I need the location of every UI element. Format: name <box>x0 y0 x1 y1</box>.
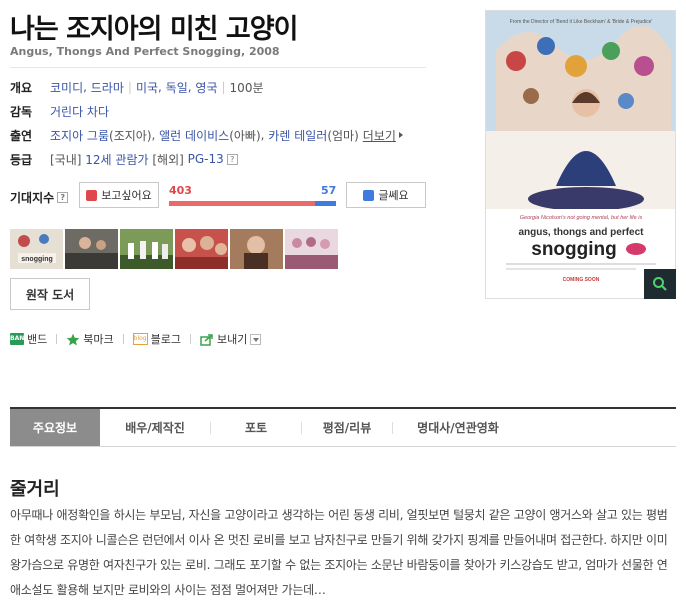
poster-tagline: Georgia Nicolson's not going mental, but… <box>520 215 643 221</box>
expectation-index: 기대지수 ? <box>10 189 69 206</box>
content-tabs: 주요정보 배우/제작진 포토 평점/리뷰 명대사/연관영화 <box>10 407 676 447</box>
share-send[interactable]: 보내기 <box>200 331 262 347</box>
share-bookmark-label: 북마크 <box>83 333 114 346</box>
share-send-icon <box>200 333 213 346</box>
share-band-label: 밴드 <box>27 333 48 346</box>
cast-role: (엄마) <box>327 128 359 143</box>
blog-icon: blog <box>132 333 148 345</box>
poster-title-line1: angus, thongs and perfect <box>518 227 644 238</box>
country-usa-link[interactable]: 미국 <box>136 79 158 96</box>
country-germany-link[interactable]: 독일 <box>166 79 188 96</box>
share-bookmark[interactable]: 북마크 <box>66 331 114 347</box>
still-thumbnail[interactable] <box>175 229 228 269</box>
share-bar: BAND 밴드 북마크 blog 블로그 보내기 <box>10 331 262 347</box>
poster-tagline-top: From the Director of 'Bend it Like Beckh… <box>510 19 653 25</box>
genre-drama-link[interactable]: 드라마 <box>91 79 124 96</box>
movie-poster[interactable]: From the Director of 'Bend it Like Beckh… <box>485 10 676 299</box>
still-thumbnail[interactable] <box>285 229 338 269</box>
tab-ratings-reviews[interactable]: 평점/리뷰 <box>302 409 392 446</box>
still-thumbnail[interactable] <box>120 229 173 269</box>
director-label: 감독 <box>10 104 33 119</box>
cast-label: 출연 <box>10 128 33 143</box>
band-icon: BAND <box>10 333 29 345</box>
expectation-bar-like-fill <box>169 201 316 206</box>
help-icon[interactable]: ? <box>57 192 69 203</box>
thumbs-up-icon <box>86 189 98 201</box>
rating-domestic-link[interactable]: 12세 관람가 <box>85 151 148 168</box>
cast-georgia-groome-link[interactable]: 조지아 그룸 <box>50 127 109 144</box>
expectation-label: 기대지수 <box>10 191 55 205</box>
overview-label: 개요 <box>10 80 33 95</box>
synopsis-text: 아무때나 애정확인을 하시는 부모님, 자신을 고양이라고 생각하는 어린 동생… <box>10 508 668 597</box>
rating-overseas-link[interactable]: PG-13 <box>188 152 224 166</box>
poster-coming-soon: COMING SOON <box>563 277 600 283</box>
not-sure-button[interactable]: 글쎄요 <box>346 182 426 208</box>
runtime: 100분 <box>229 80 264 95</box>
share-band[interactable]: BAND 밴드 <box>10 331 47 347</box>
cast-role: (조지아) <box>109 128 152 143</box>
poster-zoom-button[interactable] <box>644 269 676 299</box>
rating-label: 등급 <box>10 152 33 167</box>
not-sure-label: 글쎄요 <box>378 189 409 202</box>
share-blog[interactable]: blog 블로그 <box>132 331 181 347</box>
tab-photos[interactable]: 포토 <box>211 409 301 446</box>
movie-original-title: Angus, Thongs And Perfect Snogging, 2008 <box>10 45 280 58</box>
still-thumbnail[interactable]: snogging <box>10 229 63 269</box>
want-to-see-button[interactable]: 보고싶어요 <box>79 182 159 208</box>
info-rating: 등급 [국내] 12세 관람가 [해외] PG-13 ? <box>10 150 238 168</box>
cast-role: (아빠) <box>229 128 261 143</box>
arrow-right-icon <box>398 132 403 138</box>
cast-more-link[interactable]: 더보기 <box>363 127 396 144</box>
tab-quotes-related[interactable]: 명대사/연관영화 <box>393 409 523 446</box>
svg-text:snogging: snogging <box>21 256 53 263</box>
genre-comedy-link[interactable]: 코미디 <box>50 79 83 96</box>
cast-karen-taylor-link[interactable]: 카렌 테일러 <box>268 127 327 144</box>
rating-domestic-prefix: [국내] <box>50 152 82 167</box>
stills-strip: snogging <box>10 229 338 269</box>
chevron-down-icon[interactable] <box>250 333 262 345</box>
tab-cast-crew[interactable]: 배우/제작진 <box>100 409 210 446</box>
expectation-bar <box>169 201 336 206</box>
rating-overseas-prefix: [해외] <box>152 152 184 167</box>
info-director: 감독 거린다 차다 <box>10 102 109 120</box>
share-blog-label: 블로그 <box>150 333 181 346</box>
help-icon[interactable]: ? <box>226 153 238 165</box>
movie-title: 나는 조지아의 미친 고양이 <box>10 14 298 45</box>
share-send-label: 보내기 <box>217 333 248 346</box>
info-cast: 출연 조지아 그룸 (조지아), 앨런 데이비스 (아빠), 카렌 테일러 (엄… <box>10 126 403 144</box>
still-thumbnail[interactable] <box>230 229 283 269</box>
director-link[interactable]: 거린다 차다 <box>50 103 109 120</box>
star-icon <box>67 333 80 345</box>
dislike-count: 57 <box>321 184 337 197</box>
title-divider <box>10 67 426 68</box>
original-book-button[interactable]: 원작 도서 <box>10 278 90 310</box>
magnifier-icon <box>653 277 667 291</box>
still-thumbnail[interactable] <box>65 229 118 269</box>
poster-title-line2: snogging <box>531 239 616 260</box>
info-overview: 개요 코미디, 드라마 | 미국, 독일, 영국 | 100분 <box>10 79 264 96</box>
thumbs-down-icon <box>363 189 375 201</box>
tab-main-info[interactable]: 주요정보 <box>10 409 100 446</box>
cast-alan-davies-link[interactable]: 앨런 데이비스 <box>159 127 229 144</box>
country-uk-link[interactable]: 영국 <box>195 79 217 96</box>
want-to-see-label: 보고싶어요 <box>101 189 152 202</box>
synopsis-heading: 줄거리 <box>10 479 60 500</box>
like-count: 403 <box>169 184 192 197</box>
